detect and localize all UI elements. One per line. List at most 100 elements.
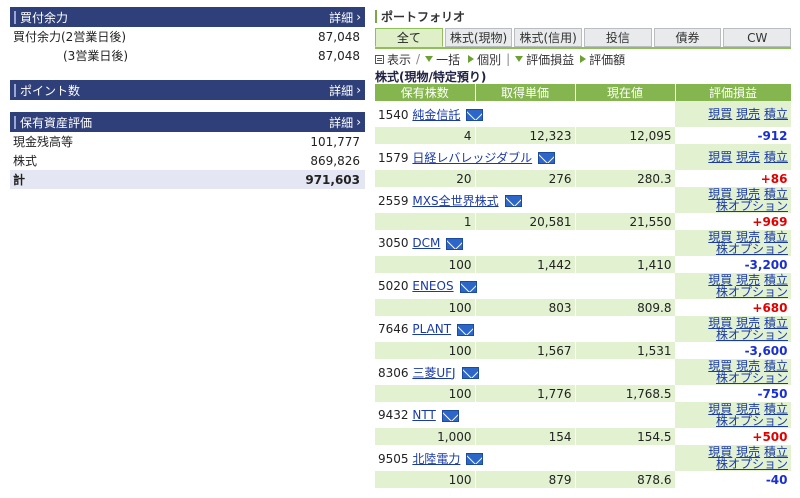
holding-actions: 現買 現売 積立 [675,144,791,170]
holding-name-cell: 1540 純金信託 [375,101,675,127]
option-link[interactable]: 株オプション [716,371,788,385]
holding-name-cell: 1579 日経レバレッジダブル [375,144,675,170]
holding-price: 21,550 [575,213,676,230]
sell-link[interactable]: 現売 [736,107,760,121]
holding-qty: 4 [375,127,476,144]
holding-cost: 879 [475,471,576,488]
holding-actions: 現買 現売 積立 [675,101,791,127]
option-link[interactable]: 株オプション [716,199,788,213]
holding-cost: 803 [475,299,576,316]
option-link[interactable]: 株オプション [716,242,788,256]
holding-value-row: 100 1,442 1,410 -3,200 [375,256,792,273]
holding-price: 12,095 [575,127,676,144]
holding-value-row: 100 1,776 1,768.5 -750 [375,385,792,402]
holding-pl: -750 [675,385,792,402]
holding-name-row: 5020 ENEOS 現買 現売 積立 株オプション [375,273,791,299]
accumulate-link[interactable]: 積立 [764,107,788,121]
holding-cost: 1,442 [475,256,576,273]
holding-name-cell: 2559 MXS全世界株式 [375,187,675,213]
holding-qty: 100 [375,342,476,359]
mail-icon[interactable] [446,237,464,250]
tab-stock-cash[interactable]: 株式(現物) [444,28,513,47]
assets-header: 保有資産評価 詳細 › [10,112,365,132]
holding-pl: -3,600 [675,342,792,359]
stocks-value: 869,826 [310,153,360,168]
mail-icon[interactable] [538,152,556,164]
detail-label: 詳細 [329,83,354,98]
bulk-option[interactable]: 一括 [425,51,460,68]
mail-icon[interactable] [461,367,479,379]
holding-actions: 現買 現売 積立 株オプション [675,402,791,428]
holding-value-row: 100 803 809.8 +680 [375,299,792,316]
holding-name-link[interactable]: DCM [412,236,440,250]
holding-actions: 現買 現売 積立 株オプション [675,230,791,256]
pl-option[interactable]: 評価損益 [515,51,574,68]
cash-label: 現金残高等 [13,135,74,149]
tab-stock-margin[interactable]: 株式(信用) [514,28,583,47]
toolbar-separator: / [416,52,421,66]
individual-label: 個別 [477,52,502,67]
stocks-label: 株式 [13,154,38,168]
section-title: 株式(現物/特定預り) [375,69,487,84]
detail-label: 詳細 [329,10,354,25]
portfolio-title: ポートフォリオ [381,9,466,24]
display-label: 表示 [387,52,412,67]
holding-price: 1,410 [575,256,676,273]
holding-name-link[interactable]: NTT [412,408,435,422]
mail-icon[interactable] [457,323,475,336]
chevron-right-icon: › [356,10,361,24]
mail-icon[interactable] [504,195,522,207]
sell-link[interactable]: 現売 [736,150,760,164]
holding-pl: -912 [675,127,792,144]
header-bar-icon [14,115,16,129]
holding-name-link[interactable]: 北陸電力 [412,452,460,466]
holding-qty: 100 [375,299,476,316]
option-link[interactable]: 株オプション [716,414,788,428]
option-link[interactable]: 株オプション [716,457,788,471]
mail-icon[interactable] [459,280,477,293]
mail-icon[interactable] [466,453,484,465]
buying-power-3day-row: (3営業日後) 87,048 [10,46,365,65]
holding-name-link[interactable]: 日経レバレッジダブル [412,151,532,165]
holding-qty: 100 [375,256,476,273]
tab-all[interactable]: 全て [375,28,443,47]
amount-option[interactable]: 評価額 [580,51,625,68]
assets-detail-link[interactable]: 詳細 › [329,112,361,132]
holding-code: 8306 [378,365,409,380]
holding-price: 154.5 [575,428,676,445]
holding-name-link[interactable]: MXS全世界株式 [412,194,498,208]
individual-option[interactable]: 個別 [468,51,501,68]
tab-fund[interactable]: 投信 [584,28,652,47]
holding-name-link[interactable]: 純金信託 [412,108,460,122]
holding-code: 5020 [378,279,409,293]
stocks-row: 株式 869,826 [10,151,365,170]
tab-bond[interactable]: 債券 [653,28,722,47]
option-link[interactable]: 株オプション [716,328,788,342]
cash-value: 101,777 [310,134,360,149]
points-detail-link[interactable]: 詳細 › [329,80,361,100]
buying-power-3day-value: 87,048 [318,48,360,63]
accumulate-link[interactable]: 積立 [764,150,788,164]
holding-actions: 現買 現売 積立 株オプション [675,273,791,299]
holding-cost: 276 [475,170,576,187]
portfolio-header: ポートフォリオ [375,7,791,25]
display-option: 表示 [375,51,411,68]
holding-value-row: 20 276 280.3 +86 [375,170,792,187]
holding-name-link[interactable]: 三菱UFJ [412,366,455,380]
holding-code: 2559 [378,193,409,208]
buying-power-detail-link[interactable]: 詳細 › [329,7,361,27]
holding-cost: 20,581 [475,213,576,230]
holdings-body: 1540 純金信託 現買 現売 積立 4 12,323 12,095 -912 1579 日… [375,101,792,488]
buy-link[interactable]: 現買 [708,150,732,164]
triangle-down-icon [425,56,434,62]
buy-link[interactable]: 現買 [708,107,732,121]
mail-icon[interactable] [441,409,459,422]
mail-icon[interactable] [466,109,484,121]
holding-code: 9432 [378,408,409,422]
header-bar-icon [375,9,377,23]
option-link[interactable]: 株オプション [716,285,788,299]
table-header-row: 保有株数 取得単価 現在値 評価損益 [375,84,792,101]
tab-cw[interactable]: CW [723,28,792,47]
holding-name-link[interactable]: ENEOS [412,279,453,293]
holding-name-link[interactable]: PLANT [412,322,451,336]
